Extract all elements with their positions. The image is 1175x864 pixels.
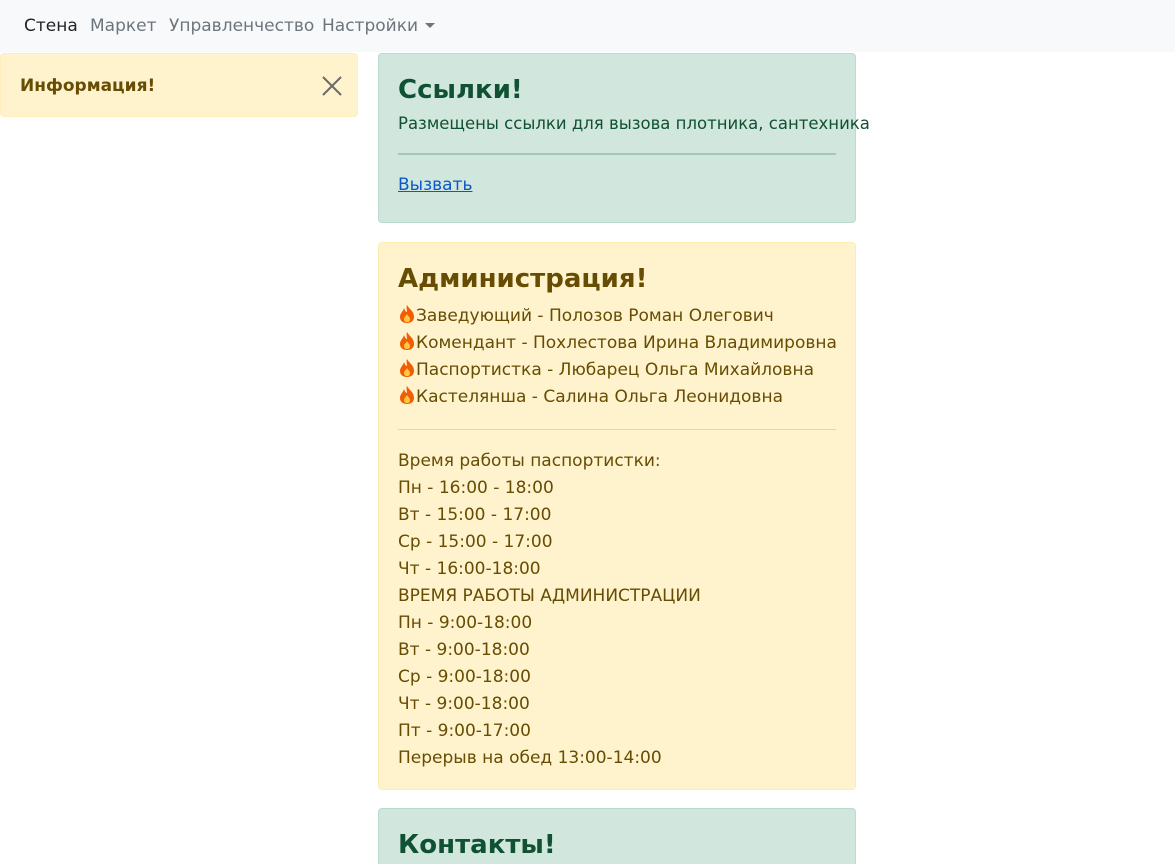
staff-list: Заведующий - Полозов Роман Олегович Коме… bbox=[398, 303, 837, 411]
schedule-line: Чт - 9:00-18:00 bbox=[398, 694, 530, 714]
contacts-card: Контакты! bbox=[378, 808, 856, 864]
divider bbox=[398, 429, 836, 430]
staff-text: Заведующий - Полозов Роман Олегович bbox=[416, 306, 774, 326]
close-icon[interactable] bbox=[319, 73, 345, 99]
schedule-line: ВРЕМЯ РАБОТЫ АДМИНИСТРАЦИИ bbox=[398, 586, 701, 606]
staff-text: Кастелянша - Салина Ольга Леонидовна bbox=[416, 387, 783, 407]
links-card-text: Размещены ссылки для вызова плотника, са… bbox=[398, 114, 870, 133]
list-item: Заведующий - Полозов Роман Олегович bbox=[398, 303, 836, 330]
fire-icon bbox=[400, 359, 414, 377]
schedule-line: Пн - 16:00 - 18:00 bbox=[398, 478, 554, 498]
top-navbar: Стена Маркет Управленчество Настройки bbox=[0, 0, 1175, 52]
schedule-line: Чт - 16:00-18:00 bbox=[398, 559, 541, 579]
list-item: Кастелянша - Салина Ольга Леонидовна bbox=[398, 384, 836, 411]
schedule-line: Время работы паспортистки: bbox=[398, 451, 661, 471]
schedule-line: Вт - 15:00 - 17:00 bbox=[398, 505, 552, 525]
nav-item-settings-label: Настройки bbox=[322, 16, 419, 36]
call-link[interactable]: Вызвать bbox=[398, 175, 472, 195]
nav-item-management[interactable]: Управленчество bbox=[169, 15, 314, 37]
nav-item-wall[interactable]: Стена bbox=[24, 15, 78, 37]
divider bbox=[398, 153, 836, 155]
staff-text: Паспортистка - Любарец Ольга Михайловна bbox=[416, 360, 814, 380]
list-item: Паспортистка - Любарец Ольга Михайловна bbox=[398, 357, 836, 384]
administration-card-title: Администрация! bbox=[398, 264, 648, 294]
schedule-line: Пн - 9:00-18:00 bbox=[398, 613, 533, 633]
links-card-title: Ссылки! bbox=[398, 75, 523, 105]
schedule-line: Вт - 9:00-18:00 bbox=[398, 640, 530, 660]
staff-text: Комендант - Похлестова Ирина Владимировн… bbox=[416, 333, 837, 353]
fire-icon bbox=[400, 386, 414, 404]
chevron-down-icon bbox=[425, 23, 436, 28]
nav-item-settings-dropdown[interactable]: Настройки bbox=[322, 15, 436, 37]
schedule-line: Перерыв на обед 13:00-14:00 bbox=[398, 748, 662, 768]
schedule-line: Ср - 9:00-18:00 bbox=[398, 667, 531, 687]
info-alert: Информация! bbox=[0, 53, 358, 117]
fire-icon bbox=[400, 305, 414, 323]
fire-icon bbox=[400, 332, 414, 350]
schedule-list: Время работы паспортистки: Пн - 16:00 - … bbox=[398, 448, 836, 772]
administration-card: Администрация! Заведующий - Полозов Рома… bbox=[378, 242, 856, 790]
contacts-card-title: Контакты! bbox=[398, 830, 556, 860]
info-alert-title: Информация! bbox=[20, 76, 156, 96]
schedule-line: Пт - 9:00-17:00 bbox=[398, 721, 531, 741]
links-card: Ссылки! Размещены ссылки для вызова плот… bbox=[378, 53, 870, 223]
list-item: Комендант - Похлестова Ирина Владимировн… bbox=[398, 330, 837, 357]
schedule-line: Ср - 15:00 - 17:00 bbox=[398, 532, 553, 552]
nav-item-market[interactable]: Маркет bbox=[90, 15, 157, 37]
